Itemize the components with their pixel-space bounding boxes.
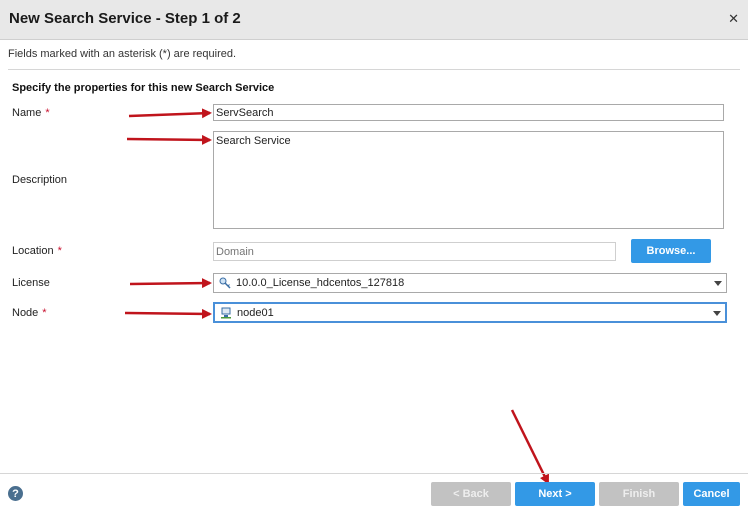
license-label: License xyxy=(12,277,50,289)
node-label: Node * xyxy=(12,307,47,319)
description-label: Description xyxy=(12,174,68,186)
required-star: * xyxy=(45,107,50,119)
next-button[interactable]: Next > xyxy=(515,482,595,506)
section-title: Specify the properties for this new Sear… xyxy=(12,82,275,94)
node-value: node01 xyxy=(237,306,274,319)
close-icon[interactable]: ✕ xyxy=(728,12,739,25)
required-star: * xyxy=(42,307,47,319)
cancel-button[interactable]: Cancel xyxy=(683,482,740,506)
name-label-text: Name xyxy=(12,107,42,119)
license-select[interactable]: 10.0.0_License_hdcentos_127818 xyxy=(213,273,727,293)
node-select[interactable]: node01 xyxy=(213,302,727,323)
location-label: Location * xyxy=(12,245,62,257)
name-label: Name * xyxy=(12,107,50,119)
arrow-to-name xyxy=(128,108,212,119)
chevron-down-icon[interactable] xyxy=(714,281,722,286)
node-label-text: Node xyxy=(12,307,39,319)
arrow-to-license xyxy=(129,278,212,289)
dialog-titlebar: New Search Service - Step 1 of 2 ✕ xyxy=(0,0,748,40)
dialog-title: New Search Service - Step 1 of 2 xyxy=(9,10,241,27)
node-icon xyxy=(221,307,231,318)
divider xyxy=(8,69,740,70)
finish-button[interactable]: Finish xyxy=(599,482,679,506)
chevron-down-icon[interactable] xyxy=(713,310,721,316)
required-fields-note: Fields marked with an asterisk (*) are r… xyxy=(8,48,237,60)
arrow-to-description xyxy=(126,134,212,145)
license-value: 10.0.0_License_hdcentos_127818 xyxy=(236,277,405,289)
help-icon[interactable]: ? xyxy=(8,486,23,501)
location-input[interactable] xyxy=(213,242,616,261)
required-star: * xyxy=(57,245,62,257)
description-textarea[interactable]: Search Service xyxy=(213,131,724,229)
arrow-to-node xyxy=(124,308,212,319)
location-label-text: Location xyxy=(12,245,54,257)
footer-divider xyxy=(0,473,748,474)
license-key-icon xyxy=(219,277,231,289)
browse-button[interactable]: Browse... xyxy=(631,239,711,263)
back-button[interactable]: < Back xyxy=(431,482,511,506)
name-input[interactable] xyxy=(213,104,724,121)
